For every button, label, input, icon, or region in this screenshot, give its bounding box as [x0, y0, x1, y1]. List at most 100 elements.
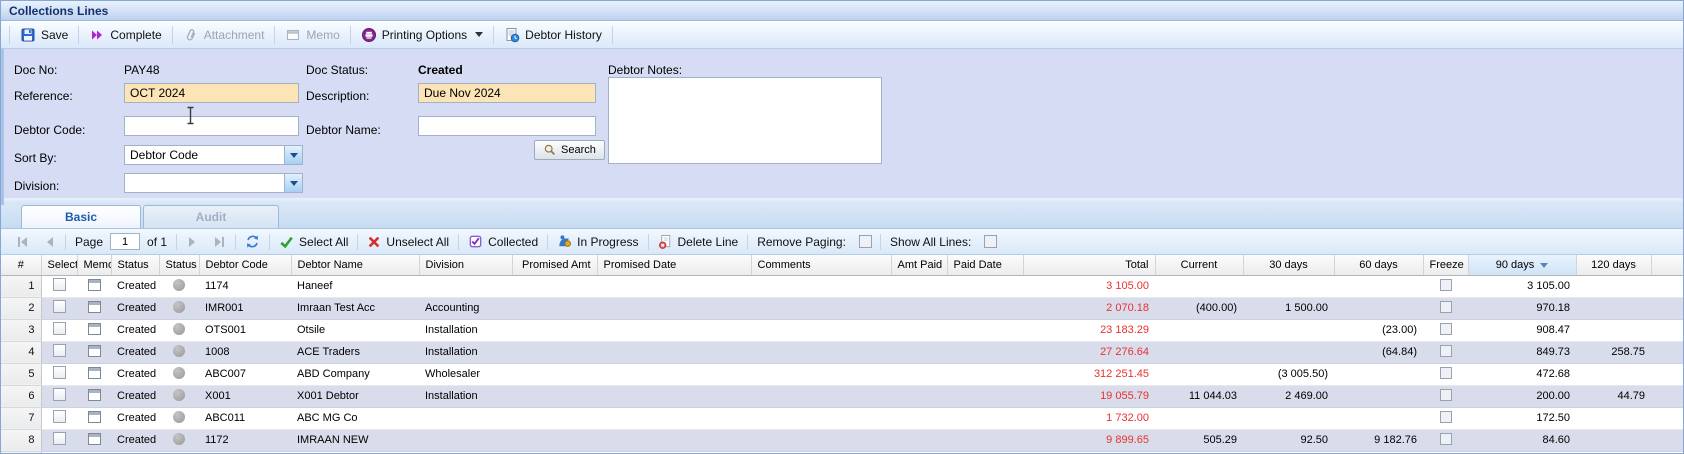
col-header-d60[interactable]: 60 days — [1334, 255, 1424, 276]
chevron-down-icon[interactable] — [284, 174, 302, 192]
col-header-filler[interactable] — [1651, 255, 1683, 276]
freeze-checkbox[interactable] — [1439, 388, 1452, 401]
col-header-debtor_code[interactable]: Debtor Code — [199, 255, 292, 276]
printing-options-button[interactable]: Printing Options — [353, 24, 491, 46]
col-header-memo[interactable]: Memo — [77, 255, 112, 276]
row-select-checkbox[interactable] — [52, 366, 66, 379]
col-header-division[interactable]: Division — [419, 255, 513, 276]
chevron-down-icon[interactable] — [284, 146, 302, 164]
printing-options-icon — [361, 27, 377, 43]
col-header-promised_date[interactable]: Promised Date — [597, 255, 752, 276]
description-label: Description: — [306, 89, 370, 103]
description-input[interactable] — [418, 83, 596, 103]
page-number-input[interactable] — [110, 233, 141, 250]
row-memo-icon[interactable] — [87, 300, 101, 313]
cell-d120: 44.79 — [1576, 385, 1651, 408]
collected-button[interactable]: Collected — [461, 234, 545, 249]
col-header-amt_paid[interactable]: Amt Paid — [891, 255, 948, 276]
unselect-all-button[interactable]: Unselect All — [360, 235, 456, 249]
row-memo-icon[interactable] — [87, 388, 101, 401]
debtor-history-button[interactable]: Debtor History — [496, 24, 610, 46]
cell-filler — [1651, 319, 1683, 342]
col-header-num[interactable]: # — [1, 255, 42, 276]
cell-debtor_name: Imraan Test Acc — [291, 297, 419, 320]
complete-button[interactable]: Complete — [81, 24, 169, 46]
division-label: Division: — [14, 179, 60, 193]
table-row[interactable]: 2 Created IMR001 Imraan Test Acc Accounting 2… — [1, 297, 1683, 320]
cell-division: Installation — [419, 341, 512, 364]
col-header-status[interactable]: Status — [111, 255, 160, 276]
cell-total: 9 899.65 — [1023, 429, 1155, 452]
row-select-checkbox[interactable] — [52, 432, 66, 445]
col-header-d30[interactable]: 30 days — [1243, 255, 1335, 276]
freeze-checkbox[interactable] — [1439, 322, 1452, 335]
show-all-lines-checkbox[interactable] — [984, 235, 998, 248]
tab-basic[interactable]: Basic — [21, 205, 141, 228]
freeze-checkbox[interactable] — [1439, 344, 1452, 357]
division-select[interactable] — [124, 173, 303, 193]
col-header-select[interactable]: Select — [41, 255, 78, 276]
memo-button: Memo — [277, 24, 347, 46]
sort-by-select[interactable]: Debtor Code — [124, 145, 303, 165]
freeze-checkbox[interactable] — [1439, 300, 1452, 313]
col-header-d90[interactable]: 90 days — [1468, 255, 1577, 276]
cell-total: 2 070.18 — [1023, 297, 1155, 320]
col-header-d120[interactable]: 120 days — [1576, 255, 1652, 276]
col-header-comments[interactable]: Comments — [751, 255, 892, 276]
col-header-freeze[interactable]: Freeze — [1423, 255, 1469, 276]
freeze-checkbox[interactable] — [1439, 432, 1452, 445]
row-select-checkbox[interactable] — [52, 278, 66, 291]
last-page-button — [205, 236, 233, 248]
freeze-checkbox[interactable] — [1439, 278, 1452, 291]
table-row[interactable]: 4 Created 1008 ACE Traders Installation 27 27… — [1, 341, 1683, 364]
table-row[interactable]: 3 Created OTS001 Otsile Installation 23 183.2… — [1, 319, 1683, 342]
delete-line-button[interactable]: Delete Line — [651, 234, 746, 249]
table-row[interactable]: 1 Created 1174 Haneef 3 105.00 3 105.00 — [1, 275, 1683, 298]
table-row[interactable]: 6 Created X001 X001 Debtor Installation 19 05… — [1, 385, 1683, 408]
row-memo-icon[interactable] — [87, 366, 101, 379]
cell-filler — [1651, 407, 1683, 430]
tab-audit[interactable]: Audit — [143, 205, 279, 228]
table-row[interactable]: 7 Created ABC011 ABC MG Co 1 732.00 172.50 — [1, 407, 1683, 430]
row-memo-icon[interactable] — [87, 344, 101, 357]
col-header-status2[interactable]: Status — [159, 255, 200, 276]
doc-status-label: Doc Status: — [306, 63, 369, 77]
in-progress-button[interactable]: In Progress — [550, 234, 645, 249]
col-header-debtor_name[interactable]: Debtor Name — [291, 255, 420, 276]
cell-status2 — [159, 341, 199, 364]
debtor-code-input[interactable] — [124, 116, 299, 136]
cell-filler — [1651, 429, 1683, 452]
cell-paid_date — [947, 385, 1023, 408]
freeze-checkbox[interactable] — [1439, 410, 1452, 423]
search-button[interactable]: Search — [534, 140, 605, 160]
select-all-button[interactable]: Select All — [272, 235, 355, 249]
cell-memo — [77, 385, 111, 408]
col-header-paid_date[interactable]: Paid Date — [947, 255, 1024, 276]
cell-num: 2 — [1, 297, 42, 320]
freeze-checkbox[interactable] — [1439, 366, 1452, 379]
cell-paid_date — [947, 275, 1023, 298]
row-select-checkbox[interactable] — [52, 322, 66, 335]
row-select-checkbox[interactable] — [52, 344, 66, 357]
debtor-name-input[interactable] — [418, 116, 596, 136]
col-header-promised_amt[interactable]: Promised Amt — [512, 255, 598, 276]
table-row[interactable]: 8 Created 1172 IMRAAN NEW 9 899.65 505.29 92.5… — [1, 429, 1683, 452]
reference-input[interactable] — [124, 83, 299, 103]
row-select-checkbox[interactable] — [52, 300, 66, 313]
row-memo-icon[interactable] — [87, 322, 101, 335]
cell-d60 — [1334, 407, 1423, 430]
row-memo-icon[interactable] — [87, 432, 101, 445]
remove-paging-checkbox[interactable] — [858, 235, 872, 248]
row-memo-icon[interactable] — [87, 278, 101, 291]
col-header-total[interactable]: Total — [1023, 255, 1156, 276]
save-button[interactable]: Save — [12, 24, 76, 46]
row-select-checkbox[interactable] — [52, 410, 66, 423]
debtor-notes-textarea[interactable] — [608, 77, 882, 164]
row-select-checkbox[interactable] — [52, 388, 66, 401]
table-row[interactable]: 5 Created ABC007 ABD Company Wholesaler 312 2… — [1, 363, 1683, 386]
col-header-current[interactable]: Current — [1155, 255, 1244, 276]
refresh-button[interactable] — [238, 234, 267, 249]
cell-division: Installation — [419, 385, 512, 408]
status-indicator-icon — [173, 410, 185, 423]
row-memo-icon[interactable] — [87, 410, 101, 423]
